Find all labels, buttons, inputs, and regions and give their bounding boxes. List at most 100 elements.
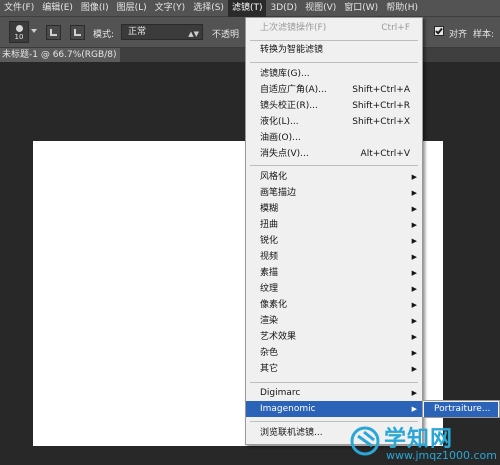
menu-3d[interactable]: 3D(D) xyxy=(266,0,301,17)
menu-separator xyxy=(250,40,418,41)
mode-value: 正常 xyxy=(128,27,147,37)
brush-preset-picker[interactable]: 10 xyxy=(9,21,29,43)
menu-item-oil-paint[interactable]: 油画(O)... xyxy=(246,130,422,146)
menu-item-label: 消失点(V)... xyxy=(260,149,309,159)
menu-item-adaptive-wide-angle[interactable]: 自适应广角(A)... Shift+Ctrl+A xyxy=(246,82,422,98)
menu-item-label: 油画(O)... xyxy=(260,133,301,143)
menu-item-portraiture[interactable]: Portraiture... xyxy=(424,402,498,417)
menu-item-label: 渲染 xyxy=(260,316,279,326)
menu-item-label: 风格化 xyxy=(260,172,288,182)
submenu-arrow-icon: ▶ xyxy=(411,389,417,397)
submenu-arrow-icon: ▶ xyxy=(411,301,417,309)
document-tab[interactable]: 未标题-1 @ 66.7%(RGB/8) xyxy=(0,48,120,62)
menu-edit[interactable]: 编辑(E) xyxy=(38,0,77,17)
menu-item-label: 像素化 xyxy=(260,300,288,310)
mode-label: 模式: xyxy=(93,30,115,40)
menu-image[interactable]: 图像(I) xyxy=(77,0,113,17)
menu-item-label: 视频 xyxy=(260,252,279,262)
menu-item-vanishing-point[interactable]: 消失点(V)... Alt+Ctrl+V xyxy=(246,146,422,162)
submenu-arrow-icon: ▶ xyxy=(411,285,417,293)
submenu-arrow-icon: ▶ xyxy=(411,173,417,181)
menu-item-filter-gallery[interactable]: 滤镜库(G)... xyxy=(246,66,422,82)
menu-separator xyxy=(250,382,418,383)
menu-item-lens-correction[interactable]: 镜头校正(R)... Shift+Ctrl+R xyxy=(246,98,422,114)
menu-item-label: Digimarc xyxy=(260,388,301,398)
chevron-down-icon[interactable] xyxy=(31,29,37,33)
menu-item-shortcut: Alt+Ctrl+V xyxy=(360,149,410,159)
brush-panel-icon xyxy=(50,29,57,36)
watermark-logo-icon xyxy=(350,426,380,456)
menu-item-render[interactable]: 渲染 ▶ xyxy=(246,313,422,329)
menu-item-label: 模糊 xyxy=(260,204,279,214)
submenu-arrow-icon: ▶ xyxy=(411,205,417,213)
menu-view[interactable]: 视图(V) xyxy=(301,0,340,17)
sample-label: 样本: xyxy=(473,30,495,40)
menu-item-label: Imagenomic xyxy=(260,404,316,414)
menu-item-sketch[interactable]: 素描 ▶ xyxy=(246,265,422,281)
menu-item-label: 浏览联机滤镜... xyxy=(260,428,323,438)
menu-item-label: 纹理 xyxy=(260,284,279,294)
brush-size: 10 xyxy=(14,33,24,41)
menu-item-last-filter: 上次滤镜操作(F) Ctrl+F xyxy=(246,20,422,36)
menu-item-stylize[interactable]: 风格化 ▶ xyxy=(246,169,422,185)
menu-layer[interactable]: 图层(L) xyxy=(113,0,151,17)
menu-item-texture[interactable]: 纹理 ▶ xyxy=(246,281,422,297)
menu-window[interactable]: 窗口(W) xyxy=(340,0,382,17)
submenu-arrow-icon: ▶ xyxy=(411,253,417,261)
menu-item-shortcut: Shift+Ctrl+R xyxy=(352,101,410,111)
menu-item-liquify[interactable]: 液化(L)... Shift+Ctrl+X xyxy=(246,114,422,130)
submenu-arrow-icon: ▶ xyxy=(411,405,417,413)
menu-item-imagenomic[interactable]: Imagenomic ▶ xyxy=(246,401,422,417)
menu-type[interactable]: 文字(Y) xyxy=(151,0,190,17)
menu-item-other[interactable]: 其它 ▶ xyxy=(246,361,422,377)
menu-item-label: 滤镜库(G)... xyxy=(260,69,310,79)
submenu-arrow-icon: ▶ xyxy=(411,365,417,373)
menu-item-pixelate[interactable]: 像素化 ▶ xyxy=(246,297,422,313)
menu-item-video[interactable]: 视频 ▶ xyxy=(246,249,422,265)
watermark-url: www.jmqz1000.com xyxy=(386,449,497,462)
menu-separator xyxy=(250,165,418,166)
menu-item-label: 锐化 xyxy=(260,236,279,246)
checkmark-icon xyxy=(435,26,443,35)
menu-item-distort[interactable]: 扭曲 ▶ xyxy=(246,217,422,233)
menu-item-sharpen[interactable]: 锐化 ▶ xyxy=(246,233,422,249)
menu-item-label: 杂色 xyxy=(260,348,279,358)
submenu-arrow-icon: ▶ xyxy=(411,333,417,341)
chevron-down-icon: ▲▼ xyxy=(188,30,199,38)
toggle-brush-panel-button[interactable] xyxy=(46,25,61,40)
submenu-arrow-icon: ▶ xyxy=(411,221,417,229)
menu-item-label: 镜头校正(R)... xyxy=(260,101,318,111)
opacity-label: 不透明 xyxy=(212,30,240,40)
toggle-clone-source-button[interactable] xyxy=(70,25,85,40)
menu-item-artistic[interactable]: 艺术效果 ▶ xyxy=(246,329,422,345)
menu-filter[interactable]: 滤镜(T) xyxy=(227,0,267,17)
menu-item-label: 艺术效果 xyxy=(260,332,297,342)
submenu-arrow-icon: ▶ xyxy=(411,269,417,277)
menu-select[interactable]: 选择(S) xyxy=(189,0,228,17)
menu-item-label: 转换为智能滤镜 xyxy=(260,45,324,55)
menu-item-label: 素描 xyxy=(260,268,279,278)
menu-item-blur[interactable]: 模糊 ▶ xyxy=(246,201,422,217)
menu-item-convert-smart-filter[interactable]: 转换为智能滤镜 xyxy=(246,42,422,58)
mode-select[interactable]: 正常 ▲▼ xyxy=(121,24,203,40)
align-checkbox[interactable] xyxy=(434,26,444,36)
submenu-arrow-icon: ▶ xyxy=(411,317,417,325)
watermark: 学知网 www.jmqz1000.com xyxy=(350,418,500,465)
submenu-arrow-icon: ▶ xyxy=(411,189,417,197)
menu-item-label: 液化(L)... xyxy=(260,117,299,127)
menu-item-brush-strokes[interactable]: 画笔描边 ▶ xyxy=(246,185,422,201)
menu-item-label: 上次滤镜操作(F) xyxy=(260,23,327,33)
menu-item-digimarc[interactable]: Digimarc ▶ xyxy=(246,385,422,401)
submenu-arrow-icon: ▶ xyxy=(411,349,417,357)
filter-menu: 上次滤镜操作(F) Ctrl+F 转换为智能滤镜 滤镜库(G)... 自适应广角… xyxy=(245,17,423,445)
submenu-arrow-icon: ▶ xyxy=(411,237,417,245)
menu-separator xyxy=(250,62,418,63)
menu-item-shortcut: Shift+Ctrl+X xyxy=(352,117,410,127)
menu-help[interactable]: 帮助(H) xyxy=(382,0,422,17)
menu-item-label: 画笔描边 xyxy=(260,188,297,198)
menu-file[interactable]: 文件(F) xyxy=(0,0,38,17)
menu-item-noise[interactable]: 杂色 ▶ xyxy=(246,345,422,361)
clone-source-icon xyxy=(74,29,81,36)
menu-item-label: 自适应广角(A)... xyxy=(260,85,327,95)
menu-bar: 文件(F) 编辑(E) 图像(I) 图层(L) 文字(Y) 选择(S) 滤镜(T… xyxy=(0,0,500,17)
